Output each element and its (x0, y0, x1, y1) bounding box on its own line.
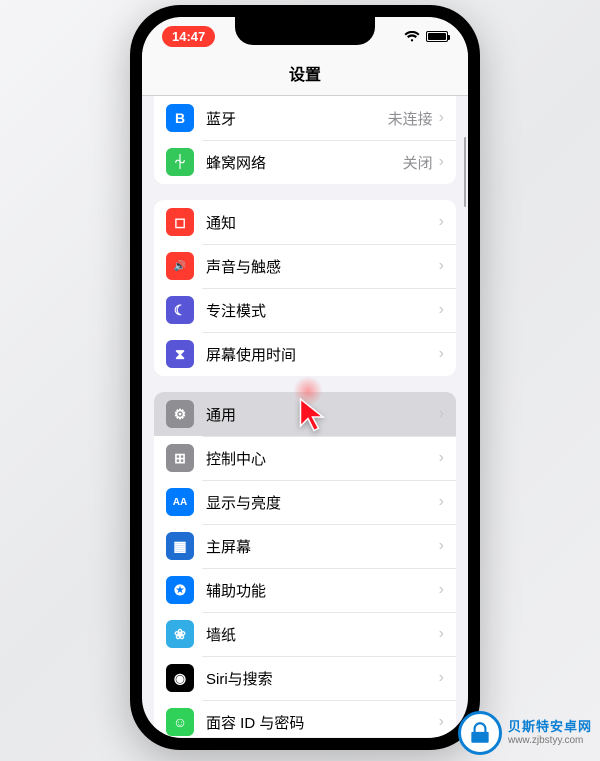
sounds-icon: 🔊 (166, 252, 194, 280)
watermark: 贝斯特安卓网 www.zjbstyy.com (458, 711, 592, 755)
watermark-url: www.zjbstyy.com (508, 735, 592, 747)
settings-row[interactable]: AA 显示与亮度› (154, 480, 456, 524)
general-icon: ⚙ (166, 400, 194, 428)
notifications-icon: ◻ (166, 208, 194, 236)
page-title: 设置 (142, 55, 468, 96)
accessibility-icon: ✪ (166, 576, 194, 604)
screen: 14:47 设置 B蓝牙未连接›⏆蜂窝网络关闭›◻通知›🔊声音与触感›☾专注模式… (142, 17, 468, 738)
row-detail: 未连接 (388, 108, 433, 129)
display-icon: AA (166, 488, 194, 516)
chevron-right-icon: › (439, 449, 444, 467)
row-label: 通用 (206, 404, 439, 425)
row-label: 蓝牙 (206, 108, 388, 129)
chevron-right-icon: › (439, 493, 444, 511)
homescreen-icon: ▦ (166, 532, 194, 560)
settings-group: ◻通知›🔊声音与触感›☾专注模式›⧗屏幕使用时间› (154, 200, 456, 376)
settings-row[interactable]: ▦ 主屏幕› (154, 524, 456, 568)
settings-row[interactable]: ◉ Siri与搜索› (154, 656, 456, 700)
faceid-icon: ☺ (166, 708, 194, 736)
row-label: 辅助功能 (206, 580, 439, 601)
notch (235, 17, 375, 45)
row-label: Siri与搜索 (206, 668, 439, 689)
row-label: 显示与亮度 (206, 492, 439, 513)
settings-row[interactable]: ☾ 专注模式› (154, 288, 456, 332)
row-label: 墙纸 (206, 624, 439, 645)
settings-group: ⚙通用›⊞控制中心›AA显示与亮度›▦主屏幕›✪辅助功能›❀墙纸›◉Siri与搜… (154, 392, 456, 737)
settings-row[interactable]: ❀ 墙纸› (154, 612, 456, 656)
settings-row[interactable]: ✪ 辅助功能› (154, 568, 456, 612)
chevron-right-icon: › (439, 625, 444, 643)
settings-row[interactable]: 🔊 声音与触感› (154, 244, 456, 288)
screentime-icon: ⧗ (166, 340, 194, 368)
settings-row[interactable]: ⊞ 控制中心› (154, 436, 456, 480)
row-label: 面容 ID 与密码 (206, 712, 439, 733)
chevron-right-icon: › (439, 153, 444, 171)
wallpaper-icon: ❀ (166, 620, 194, 648)
focus-icon: ☾ (166, 296, 194, 324)
chevron-right-icon: › (439, 213, 444, 231)
row-label: 蜂窝网络 (206, 152, 403, 173)
watermark-title: 贝斯特安卓网 (508, 719, 592, 735)
settings-row[interactable]: B 蓝牙未连接 › (154, 96, 456, 140)
settings-row[interactable]: ◻ 通知› (154, 200, 456, 244)
siri-icon: ◉ (166, 664, 194, 692)
cellular-icon: ⏆ (166, 148, 194, 176)
row-label: 专注模式 (206, 300, 439, 321)
bluetooth-icon: B (166, 104, 194, 132)
chevron-right-icon: › (439, 713, 444, 731)
battery-icon (426, 31, 448, 42)
settings-group: B 蓝牙未连接 › ⏆ 蜂窝网络关闭 › (154, 96, 456, 184)
chevron-right-icon: › (439, 257, 444, 275)
chevron-right-icon: › (439, 109, 444, 127)
chevron-right-icon: › (439, 405, 444, 423)
row-label: 通知 (206, 212, 439, 233)
wifi-icon (404, 30, 420, 42)
chevron-right-icon: › (439, 669, 444, 687)
status-time: 14:47 (162, 26, 215, 47)
row-label: 主屏幕 (206, 536, 439, 557)
row-label: 控制中心 (206, 448, 439, 469)
settings-row[interactable]: ☺ 面容 ID 与密码› (154, 700, 456, 737)
row-detail: 关闭 (403, 152, 433, 173)
chevron-right-icon: › (439, 537, 444, 555)
watermark-badge-icon (458, 711, 502, 755)
settings-row[interactable]: ⏆ 蜂窝网络关闭 › (154, 140, 456, 184)
control-center-icon: ⊞ (166, 444, 194, 472)
row-label: 声音与触感 (206, 256, 439, 277)
row-label: 屏幕使用时间 (206, 344, 439, 365)
settings-row[interactable]: ⚙ 通用› (154, 392, 456, 436)
settings-content[interactable]: B蓝牙未连接›⏆蜂窝网络关闭›◻通知›🔊声音与触感›☾专注模式›⧗屏幕使用时间›… (142, 96, 468, 737)
scrollbar[interactable] (464, 137, 467, 207)
chevron-right-icon: › (439, 345, 444, 363)
settings-row[interactable]: ⧗ 屏幕使用时间› (154, 332, 456, 376)
chevron-right-icon: › (439, 581, 444, 599)
chevron-right-icon: › (439, 301, 444, 319)
phone-frame: 14:47 设置 B蓝牙未连接›⏆蜂窝网络关闭›◻通知›🔊声音与触感›☾专注模式… (130, 5, 480, 750)
